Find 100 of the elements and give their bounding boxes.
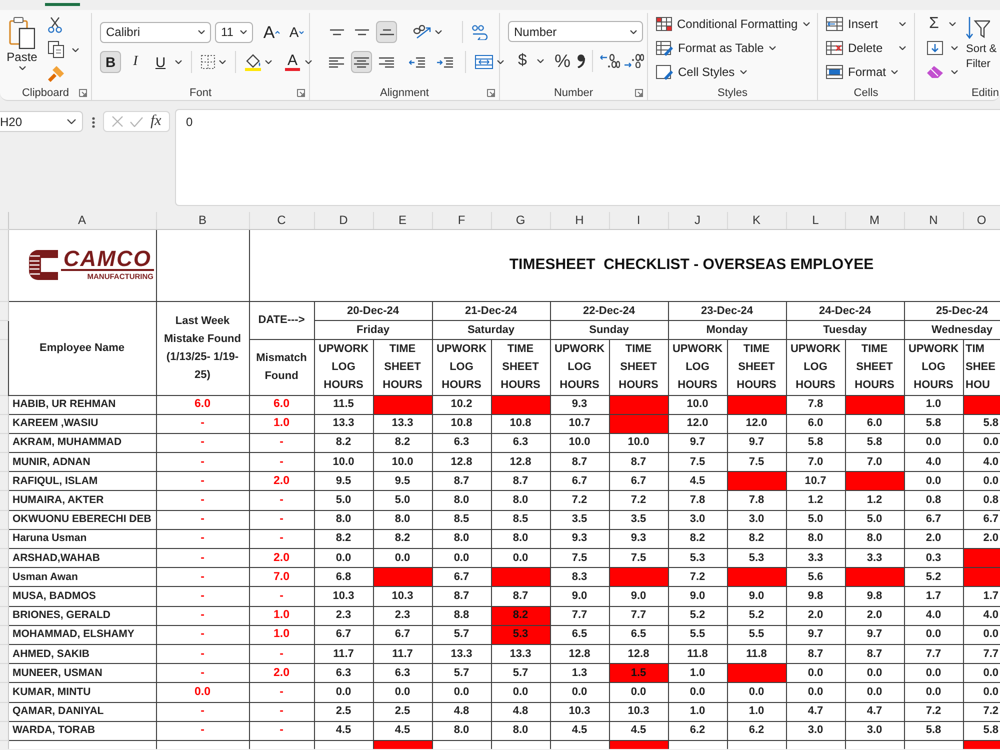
bold-button[interactable]: B — [100, 51, 121, 73]
wrap-text-icon[interactable] — [472, 24, 488, 40]
increase-indent-icon[interactable] — [437, 56, 453, 68]
table-brush-icon — [656, 40, 673, 56]
shrink-font-button[interactable]: A — [286, 21, 307, 43]
column-header[interactable]: H — [550, 212, 609, 229]
autosum-button[interactable]: Σ — [927, 13, 941, 35]
orientation-icon[interactable] — [413, 25, 431, 39]
launcher-icon[interactable] — [487, 89, 495, 97]
table-cell: 9.5 — [314, 472, 373, 491]
table-cell: 9.3 — [550, 529, 609, 548]
decrease-indent-icon[interactable] — [409, 56, 425, 68]
caret-icon[interactable] — [305, 60, 312, 64]
caret-icon[interactable] — [899, 22, 906, 26]
format-button[interactable]: Format — [826, 61, 898, 83]
launcher-icon[interactable] — [297, 89, 305, 97]
font-color-button[interactable]: A — [284, 51, 301, 73]
paste-button[interactable]: Paste — [4, 13, 40, 85]
caret-icon[interactable] — [951, 46, 958, 50]
format-as-table-button[interactable]: Format as Table — [656, 37, 810, 59]
table-cell: 6.2 — [668, 721, 727, 740]
caret-icon[interactable] — [435, 30, 442, 34]
fill-bucket-icon[interactable] — [245, 54, 261, 70]
table-cell: 8.0 — [432, 490, 491, 510]
column-header[interactable]: G — [491, 212, 550, 229]
decrease-decimal-icon[interactable] — [624, 54, 644, 68]
caret-icon[interactable] — [951, 70, 958, 74]
column-header[interactable]: F — [432, 212, 491, 229]
comma-style-icon[interactable] — [577, 54, 585, 68]
currency-button[interactable]: $ — [512, 50, 533, 72]
caret-icon[interactable] — [899, 46, 906, 50]
launcher-icon[interactable] — [635, 89, 643, 97]
font-size-dropdown[interactable]: 11 — [215, 22, 253, 42]
name-box[interactable]: H20 — [0, 111, 83, 132]
table-cell: - — [156, 472, 249, 491]
eraser-icon[interactable] — [927, 66, 943, 78]
formula-input[interactable]: 0 — [175, 109, 1000, 206]
caret-icon — [802, 22, 810, 26]
borders-icon[interactable] — [201, 55, 215, 69]
caret-icon[interactable] — [497, 60, 504, 64]
table-cell: AKRAM, MUHAMMAD — [8, 433, 156, 453]
table-cell: 9.5 — [373, 472, 432, 491]
conditional-formatting-button[interactable]: Conditional Formatting — [656, 13, 810, 35]
column-header[interactable]: N — [904, 212, 963, 229]
caret-icon[interactable] — [72, 48, 79, 52]
column-header[interactable]: O — [963, 212, 1000, 229]
paintbrush-icon[interactable] — [48, 66, 64, 82]
column-header[interactable]: C — [249, 212, 314, 229]
column-header[interactable]: L — [786, 212, 845, 229]
merge-center-icon[interactable] — [475, 55, 493, 69]
insert-function-button[interactable]: fx — [150, 110, 162, 133]
table-cell: 5.8 — [786, 433, 845, 453]
align-center-button[interactable] — [351, 51, 372, 73]
ribbon-tab[interactable] — [45, 0, 80, 6]
underline-button[interactable]: U — [150, 51, 171, 73]
column-header[interactable]: B — [156, 212, 249, 229]
vertical-dots-icon[interactable] — [92, 117, 94, 128]
header-cell: UPWORK LOG HOURS — [432, 339, 491, 395]
percent-button[interactable]: % — [552, 50, 573, 72]
table-cell: 11.7 — [314, 644, 373, 664]
scissors-icon[interactable] — [48, 17, 62, 33]
sort-filter-button[interactable]: Sort & Filter — [966, 13, 998, 85]
table-cell: 5.5 — [727, 625, 786, 644]
table-cell: 2.0 — [249, 548, 314, 568]
align-bottom-button[interactable] — [376, 21, 397, 43]
delete-button[interactable]: Delete — [826, 37, 883, 59]
caret-icon[interactable] — [265, 60, 272, 64]
caret-icon[interactable] — [219, 60, 226, 64]
table-cell: 3.3 — [786, 548, 845, 568]
column-header[interactable]: M — [845, 212, 904, 229]
fill-down-icon[interactable] — [927, 41, 943, 55]
insert-button[interactable]: Insert — [826, 13, 878, 35]
cell-brush-icon — [656, 64, 673, 80]
table-cell: 13.3 — [491, 644, 550, 664]
caret-icon[interactable] — [175, 60, 182, 64]
column-header[interactable]: D — [314, 212, 373, 229]
table-cell: 6.7 — [904, 510, 963, 530]
font-name-dropdown[interactable]: Calibri — [100, 22, 211, 42]
column-header[interactable]: I — [609, 212, 668, 229]
launcher-icon[interactable] — [79, 89, 87, 97]
table-cell: Haruna Usman — [8, 529, 156, 548]
table-cell: 9.7 — [727, 433, 786, 453]
number-format-dropdown[interactable]: Number — [508, 21, 643, 42]
column-header[interactable]: J — [668, 212, 727, 229]
grow-font-button[interactable]: A — [261, 21, 282, 43]
column-header[interactable]: E — [373, 212, 432, 229]
header-cell: Sunday — [550, 320, 668, 339]
table-cell: 7.5 — [550, 548, 609, 568]
increase-decimal-icon[interactable] — [600, 54, 620, 68]
copy-icon[interactable] — [48, 41, 64, 58]
cell-styles-button[interactable]: Cell Styles — [656, 61, 810, 83]
table-cell: 8.5 — [432, 510, 491, 530]
caret-icon[interactable] — [949, 22, 956, 26]
column-header[interactable]: K — [727, 212, 786, 229]
header-cell: TIME SHEET HOURS — [609, 339, 668, 395]
caret-icon[interactable] — [537, 59, 544, 63]
caret-icon — [240, 30, 247, 34]
italic-button[interactable]: I — [125, 51, 146, 73]
column-header[interactable]: A — [8, 212, 156, 229]
table-cell: 4.7 — [845, 702, 904, 722]
